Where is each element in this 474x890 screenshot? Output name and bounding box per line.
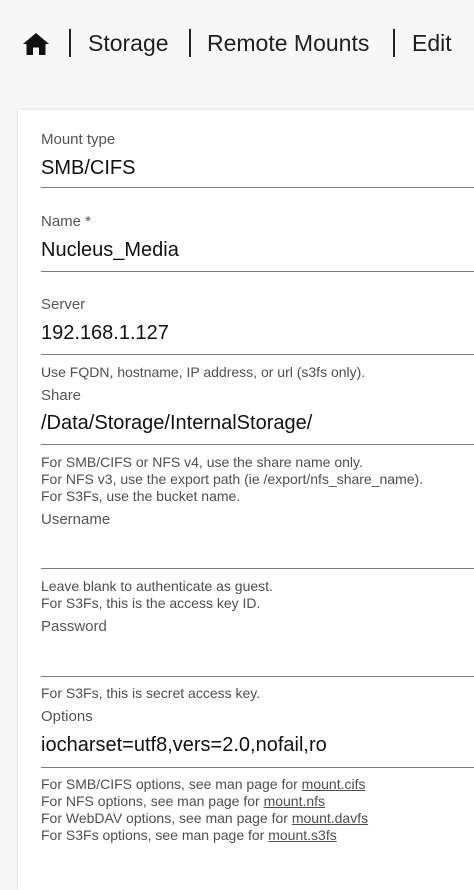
mount-davfs-link[interactable]: mount.davfs (292, 810, 368, 826)
name-underline (41, 271, 474, 272)
share-input[interactable]: /Data/Storage/InternalStorage/ (41, 412, 312, 435)
server-help: Use FQDN, hostname, IP address, or url (… (41, 364, 365, 381)
mount-cifs-link[interactable]: mount.cifs (302, 776, 366, 792)
server-input[interactable]: 192.168.1.127 (41, 322, 169, 345)
username-label: Username (41, 511, 111, 528)
options-underline (41, 767, 474, 768)
server-label: Server (41, 296, 86, 313)
breadcrumb-separator (393, 29, 395, 57)
help-line: Leave blank to authenticate as guest. (41, 578, 273, 594)
mount-s3fs-link[interactable]: mount.s3fs (268, 827, 336, 843)
mount-type-underline (41, 187, 474, 188)
name-input[interactable]: Nucleus_Media (41, 239, 179, 262)
name-label: Name * (41, 213, 92, 230)
username-underline (41, 568, 474, 569)
breadcrumb-edit: Edit (412, 30, 452, 56)
password-underline (41, 676, 474, 677)
share-label: Share (41, 387, 82, 404)
share-underline (41, 444, 474, 445)
breadcrumb-remote-mounts[interactable]: Remote Mounts (207, 29, 369, 57)
options-label: Options (41, 708, 93, 725)
mount-type-label: Mount type (41, 131, 116, 148)
help-line: For NFS options, see man page for mount.… (41, 793, 326, 809)
mount-type-select[interactable]: SMB/CIFS (41, 157, 135, 180)
help-line: For SMB/CIFS options, see man page for m… (41, 776, 366, 792)
home-icon[interactable] (20, 31, 52, 57)
password-help: For S3Fs, this is secret access key. (41, 685, 260, 702)
share-help: For SMB/CIFS or NFS v4, use the share na… (41, 454, 423, 505)
password-label: Password (41, 618, 107, 635)
help-line: Use FQDN, hostname, IP address, or url (… (41, 364, 366, 380)
help-line: For S3Fs options, see man page for mount… (41, 827, 337, 843)
help-line: For NFS v3, use the export path (ie /exp… (41, 471, 424, 487)
mount-nfs-link[interactable]: mount.nfs (264, 793, 325, 809)
breadcrumb-storage[interactable]: Storage (88, 29, 169, 57)
help-line: For SMB/CIFS or NFS v4, use the share na… (41, 454, 363, 470)
options-help: For SMB/CIFS options, see man page for m… (41, 776, 368, 844)
breadcrumb-separator (69, 29, 71, 57)
breadcrumb: Storage Remote Mounts Edit (0, 0, 474, 88)
username-help: Leave blank to authenticate as guest. Fo… (41, 578, 273, 612)
server-underline (41, 354, 474, 355)
help-line: For S3Fs, this is secret access key. (41, 685, 261, 701)
help-line: For S3Fs, use the bucket name. (41, 488, 241, 504)
options-input[interactable]: iocharset=utf8,vers=2.0,nofail,ro (41, 734, 327, 757)
help-line: For S3Fs, this is the access key ID. (41, 595, 261, 611)
breadcrumb-separator (189, 29, 191, 57)
help-line: For WebDAV options, see man page for mou… (41, 810, 369, 826)
